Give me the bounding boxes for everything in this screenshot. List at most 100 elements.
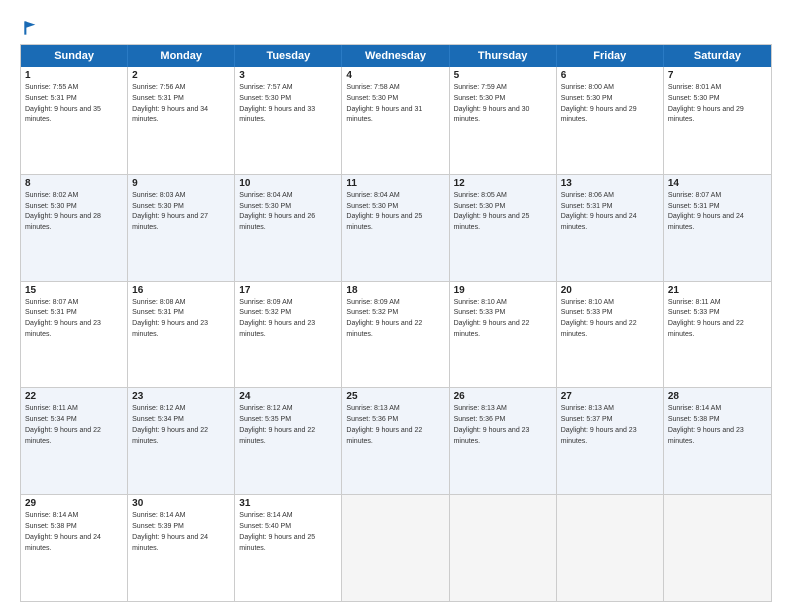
cal-cell-4-5 (557, 495, 664, 601)
logo-flag-icon (22, 18, 42, 38)
week-row-1: 1 Sunrise: 7:55 AMSunset: 5:31 PMDayligh… (21, 67, 771, 174)
week-row-5: 29 Sunrise: 8:14 AMSunset: 5:38 PMDaylig… (21, 494, 771, 601)
cell-info: Sunrise: 8:07 AMSunset: 5:31 PMDaylight:… (25, 299, 101, 338)
col-friday: Friday (557, 45, 664, 67)
day-number: 1 (25, 70, 123, 81)
col-sunday: Sunday (21, 45, 128, 67)
cell-info: Sunrise: 8:11 AMSunset: 5:34 PMDaylight:… (25, 405, 101, 444)
cell-info: Sunrise: 8:10 AMSunset: 5:33 PMDaylight:… (454, 299, 530, 338)
cell-info: Sunrise: 8:13 AMSunset: 5:36 PMDaylight:… (454, 405, 530, 444)
day-number: 9 (132, 178, 230, 189)
cal-cell-4-0: 29 Sunrise: 8:14 AMSunset: 5:38 PMDaylig… (21, 495, 128, 601)
calendar-body: 1 Sunrise: 7:55 AMSunset: 5:31 PMDayligh… (21, 67, 771, 601)
page-header (20, 18, 772, 34)
cal-cell-0-2: 3 Sunrise: 7:57 AMSunset: 5:30 PMDayligh… (235, 67, 342, 174)
cal-cell-3-2: 24 Sunrise: 8:12 AMSunset: 5:35 PMDaylig… (235, 388, 342, 494)
cell-info: Sunrise: 7:58 AMSunset: 5:30 PMDaylight:… (346, 84, 422, 123)
cell-info: Sunrise: 7:57 AMSunset: 5:30 PMDaylight:… (239, 84, 315, 123)
day-number: 16 (132, 285, 230, 296)
cal-cell-4-4 (450, 495, 557, 601)
cal-cell-1-4: 12 Sunrise: 8:05 AMSunset: 5:30 PMDaylig… (450, 175, 557, 281)
cell-info: Sunrise: 8:07 AMSunset: 5:31 PMDaylight:… (668, 192, 744, 231)
day-number: 2 (132, 70, 230, 81)
calendar-header-row: Sunday Monday Tuesday Wednesday Thursday… (21, 45, 771, 67)
cell-info: Sunrise: 8:14 AMSunset: 5:38 PMDaylight:… (25, 512, 101, 551)
cell-info: Sunrise: 8:04 AMSunset: 5:30 PMDaylight:… (239, 192, 315, 231)
day-number: 23 (132, 391, 230, 402)
cell-info: Sunrise: 7:55 AMSunset: 5:31 PMDaylight:… (25, 84, 101, 123)
day-number: 3 (239, 70, 337, 81)
day-number: 10 (239, 178, 337, 189)
day-number: 11 (346, 178, 444, 189)
week-row-3: 15 Sunrise: 8:07 AMSunset: 5:31 PMDaylig… (21, 281, 771, 388)
day-number: 20 (561, 285, 659, 296)
day-number: 14 (668, 178, 767, 189)
cal-cell-3-3: 25 Sunrise: 8:13 AMSunset: 5:36 PMDaylig… (342, 388, 449, 494)
cell-info: Sunrise: 8:12 AMSunset: 5:35 PMDaylight:… (239, 405, 315, 444)
cell-info: Sunrise: 8:00 AMSunset: 5:30 PMDaylight:… (561, 84, 637, 123)
col-wednesday: Wednesday (342, 45, 449, 67)
day-number: 19 (454, 285, 552, 296)
day-number: 27 (561, 391, 659, 402)
cell-info: Sunrise: 8:08 AMSunset: 5:31 PMDaylight:… (132, 299, 208, 338)
day-number: 7 (668, 70, 767, 81)
day-number: 18 (346, 285, 444, 296)
cal-cell-1-2: 10 Sunrise: 8:04 AMSunset: 5:30 PMDaylig… (235, 175, 342, 281)
cell-info: Sunrise: 8:10 AMSunset: 5:33 PMDaylight:… (561, 299, 637, 338)
week-row-2: 8 Sunrise: 8:02 AMSunset: 5:30 PMDayligh… (21, 174, 771, 281)
day-number: 6 (561, 70, 659, 81)
cal-cell-4-2: 31 Sunrise: 8:14 AMSunset: 5:40 PMDaylig… (235, 495, 342, 601)
calendar-grid: Sunday Monday Tuesday Wednesday Thursday… (20, 44, 772, 602)
day-number: 30 (132, 498, 230, 509)
cal-cell-2-5: 20 Sunrise: 8:10 AMSunset: 5:33 PMDaylig… (557, 282, 664, 388)
col-saturday: Saturday (664, 45, 771, 67)
cal-cell-3-5: 27 Sunrise: 8:13 AMSunset: 5:37 PMDaylig… (557, 388, 664, 494)
cell-info: Sunrise: 8:14 AMSunset: 5:40 PMDaylight:… (239, 512, 315, 551)
cell-info: Sunrise: 8:14 AMSunset: 5:38 PMDaylight:… (668, 405, 744, 444)
day-number: 31 (239, 498, 337, 509)
cal-cell-4-1: 30 Sunrise: 8:14 AMSunset: 5:39 PMDaylig… (128, 495, 235, 601)
col-tuesday: Tuesday (235, 45, 342, 67)
cal-cell-1-5: 13 Sunrise: 8:06 AMSunset: 5:31 PMDaylig… (557, 175, 664, 281)
cal-cell-3-1: 23 Sunrise: 8:12 AMSunset: 5:34 PMDaylig… (128, 388, 235, 494)
cal-cell-0-6: 7 Sunrise: 8:01 AMSunset: 5:30 PMDayligh… (664, 67, 771, 174)
cal-cell-1-3: 11 Sunrise: 8:04 AMSunset: 5:30 PMDaylig… (342, 175, 449, 281)
cal-cell-1-6: 14 Sunrise: 8:07 AMSunset: 5:31 PMDaylig… (664, 175, 771, 281)
day-number: 29 (25, 498, 123, 509)
day-number: 5 (454, 70, 552, 81)
cal-cell-2-4: 19 Sunrise: 8:10 AMSunset: 5:33 PMDaylig… (450, 282, 557, 388)
cell-info: Sunrise: 8:05 AMSunset: 5:30 PMDaylight:… (454, 192, 530, 231)
logo (20, 18, 42, 34)
cal-cell-0-0: 1 Sunrise: 7:55 AMSunset: 5:31 PMDayligh… (21, 67, 128, 174)
cal-cell-1-0: 8 Sunrise: 8:02 AMSunset: 5:30 PMDayligh… (21, 175, 128, 281)
cell-info: Sunrise: 8:04 AMSunset: 5:30 PMDaylight:… (346, 192, 422, 231)
week-row-4: 22 Sunrise: 8:11 AMSunset: 5:34 PMDaylig… (21, 387, 771, 494)
cell-info: Sunrise: 8:12 AMSunset: 5:34 PMDaylight:… (132, 405, 208, 444)
cell-info: Sunrise: 7:59 AMSunset: 5:30 PMDaylight:… (454, 84, 530, 123)
cal-cell-2-1: 16 Sunrise: 8:08 AMSunset: 5:31 PMDaylig… (128, 282, 235, 388)
day-number: 25 (346, 391, 444, 402)
day-number: 24 (239, 391, 337, 402)
cal-cell-3-6: 28 Sunrise: 8:14 AMSunset: 5:38 PMDaylig… (664, 388, 771, 494)
day-number: 22 (25, 391, 123, 402)
calendar-page: Sunday Monday Tuesday Wednesday Thursday… (0, 0, 792, 612)
cal-cell-0-5: 6 Sunrise: 8:00 AMSunset: 5:30 PMDayligh… (557, 67, 664, 174)
cell-info: Sunrise: 8:14 AMSunset: 5:39 PMDaylight:… (132, 512, 208, 551)
cal-cell-1-1: 9 Sunrise: 8:03 AMSunset: 5:30 PMDayligh… (128, 175, 235, 281)
col-thursday: Thursday (450, 45, 557, 67)
cell-info: Sunrise: 8:03 AMSunset: 5:30 PMDaylight:… (132, 192, 208, 231)
day-number: 8 (25, 178, 123, 189)
cal-cell-3-4: 26 Sunrise: 8:13 AMSunset: 5:36 PMDaylig… (450, 388, 557, 494)
cal-cell-0-1: 2 Sunrise: 7:56 AMSunset: 5:31 PMDayligh… (128, 67, 235, 174)
day-number: 17 (239, 285, 337, 296)
day-number: 28 (668, 391, 767, 402)
cal-cell-0-3: 4 Sunrise: 7:58 AMSunset: 5:30 PMDayligh… (342, 67, 449, 174)
cal-cell-0-4: 5 Sunrise: 7:59 AMSunset: 5:30 PMDayligh… (450, 67, 557, 174)
cal-cell-4-6 (664, 495, 771, 601)
day-number: 26 (454, 391, 552, 402)
cell-info: Sunrise: 8:13 AMSunset: 5:37 PMDaylight:… (561, 405, 637, 444)
cell-info: Sunrise: 8:02 AMSunset: 5:30 PMDaylight:… (25, 192, 101, 231)
cell-info: Sunrise: 8:01 AMSunset: 5:30 PMDaylight:… (668, 84, 744, 123)
cal-cell-2-6: 21 Sunrise: 8:11 AMSunset: 5:33 PMDaylig… (664, 282, 771, 388)
cal-cell-2-3: 18 Sunrise: 8:09 AMSunset: 5:32 PMDaylig… (342, 282, 449, 388)
